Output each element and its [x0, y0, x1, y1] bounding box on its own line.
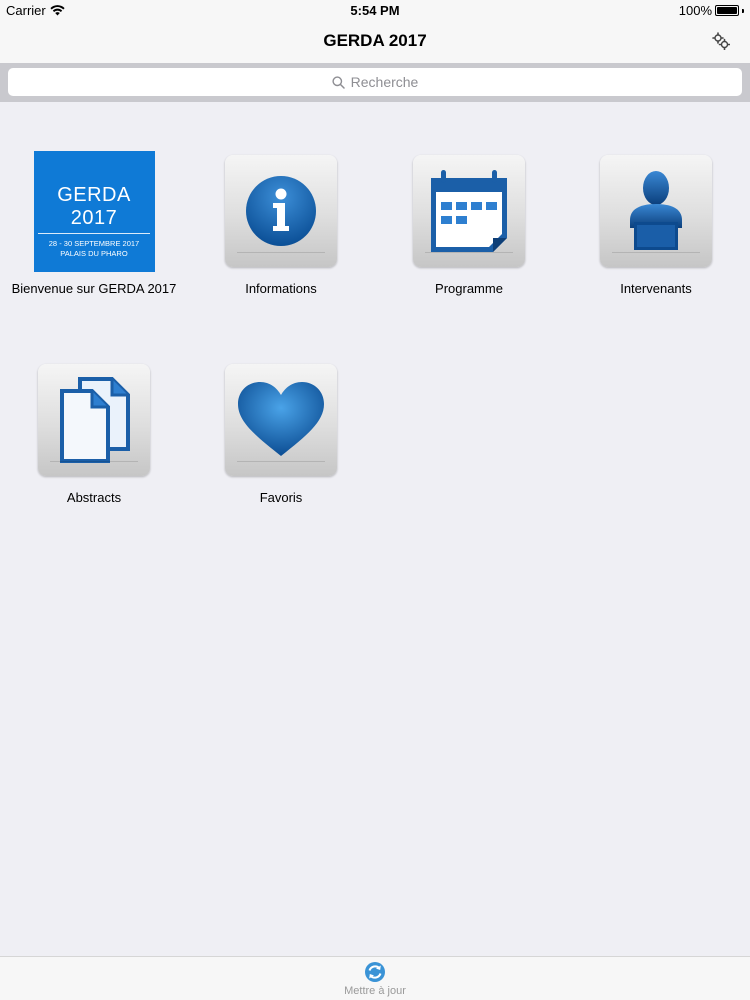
- page-title: GERDA 2017: [323, 31, 427, 50]
- tile-icon-frame: [600, 155, 712, 267]
- update-label: Mettre à jour: [344, 985, 406, 997]
- tile-abstracts[interactable]: Abstracts: [0, 360, 188, 560]
- tile-label: Intervenants: [620, 281, 692, 296]
- tile-label: Informations: [245, 281, 317, 296]
- calendar-icon: [431, 170, 507, 252]
- tile-favoris[interactable]: Favoris: [187, 360, 375, 560]
- search-input[interactable]: Recherche: [8, 68, 742, 96]
- tile-programme[interactable]: Programme: [375, 151, 563, 351]
- tile-icon-frame: [413, 155, 525, 267]
- battery-indicator: 100%: [679, 3, 744, 18]
- info-icon: [246, 176, 316, 246]
- tile-icon-frame: [225, 364, 337, 476]
- status-bar: Carrier 5:54 PM 100%: [0, 0, 750, 20]
- banner-venue: PALAIS DU PHARO: [60, 249, 128, 258]
- battery-icon: [715, 5, 739, 16]
- tile-label: Programme: [435, 281, 503, 296]
- tile-label: Favoris: [259, 490, 303, 505]
- tile-label: Abstracts: [66, 490, 122, 505]
- tile-informations[interactable]: Informations: [187, 151, 375, 351]
- search-placeholder: Recherche: [350, 74, 419, 90]
- navigation-bar: GERDA 2017: [0, 20, 750, 63]
- status-time: 5:54 PM: [350, 3, 400, 18]
- tile-label: Bienvenue sur GERDA 2017: [11, 281, 177, 296]
- gears-icon: [712, 32, 730, 50]
- heart-icon: [238, 382, 324, 456]
- tile-intervenants[interactable]: Intervenants: [562, 151, 750, 351]
- update-button[interactable]: Mettre à jour: [325, 961, 425, 1000]
- bottom-toolbar: Mettre à jour: [0, 956, 750, 1000]
- tile-welcome[interactable]: GERDA 2017 28 - 30 SEPTEMBRE 2017 PALAIS…: [0, 151, 188, 351]
- speaker-icon: [630, 171, 682, 250]
- search-bar: Recherche: [0, 63, 750, 102]
- tile-icon-frame: [38, 364, 150, 476]
- gerda-banner: GERDA 2017 28 - 30 SEPTEMBRE 2017 PALAIS…: [33, 151, 155, 272]
- banner-title: GERDA 2017: [38, 184, 150, 234]
- tile-icon-frame: [225, 155, 337, 267]
- battery-percent: 100%: [678, 3, 712, 18]
- search-icon: [332, 75, 345, 89]
- documents-icon: [60, 377, 130, 463]
- refresh-icon: [365, 962, 385, 982]
- banner-dates: 28 - 30 SEPTEMBRE 2017: [48, 239, 140, 248]
- settings-button[interactable]: [710, 30, 732, 52]
